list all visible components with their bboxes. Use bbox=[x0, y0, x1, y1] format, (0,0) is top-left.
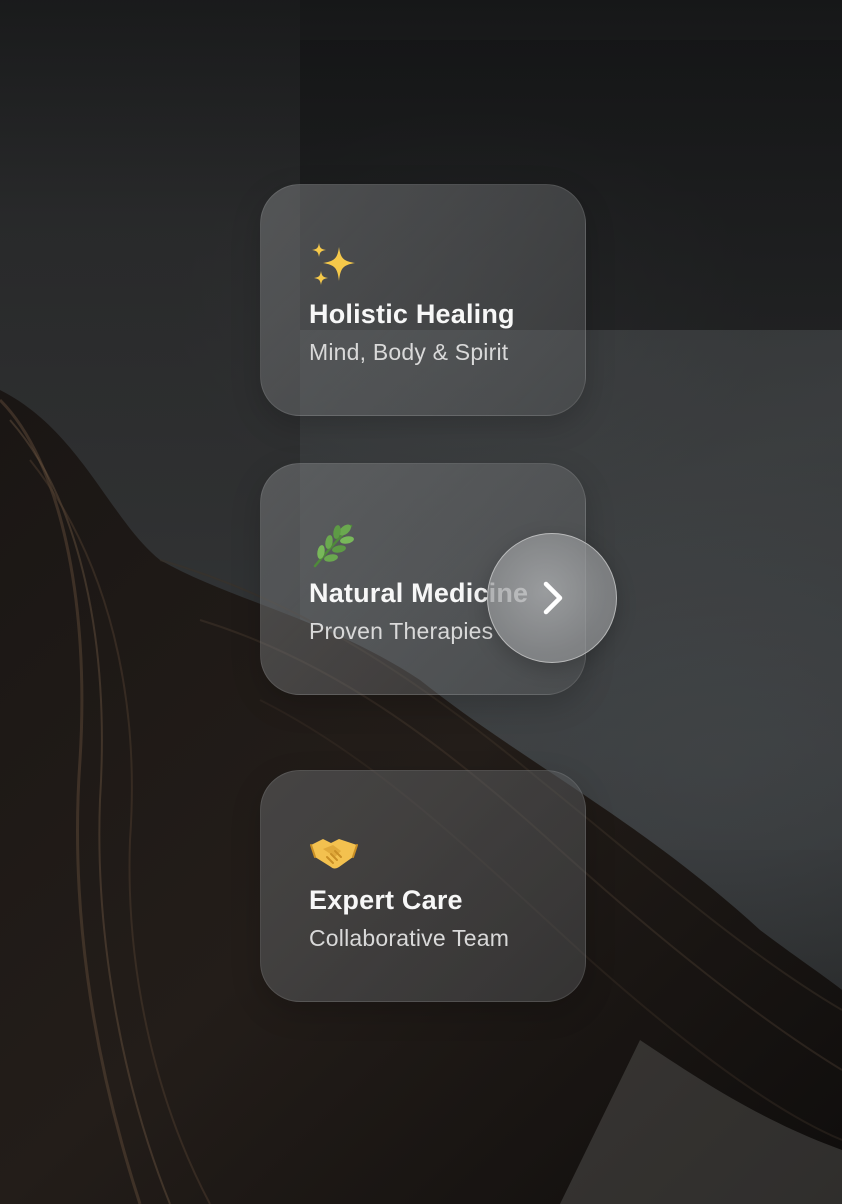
herb-icon bbox=[309, 520, 359, 570]
chevron-right-icon bbox=[543, 581, 563, 615]
feature-card-holistic-healing[interactable]: Holistic Healing Mind, Body & Spirit bbox=[260, 184, 586, 416]
card-subtitle: Mind, Body & Spirit bbox=[309, 339, 509, 365]
card-subtitle: Collaborative Team bbox=[309, 925, 510, 951]
next-button[interactable] bbox=[487, 533, 617, 663]
card-title: Expert Care bbox=[309, 885, 463, 915]
card-title: Holistic Healing bbox=[309, 299, 515, 329]
app-screen: Holistic Healing Mind, Body & Spirit Nat… bbox=[0, 0, 842, 1204]
card-subtitle: Proven Therapies bbox=[309, 618, 494, 644]
feature-card-expert-care[interactable]: Expert Care Collaborative Team bbox=[260, 770, 586, 1002]
sparkles-icon bbox=[309, 241, 359, 291]
handshake-icon bbox=[309, 827, 359, 877]
